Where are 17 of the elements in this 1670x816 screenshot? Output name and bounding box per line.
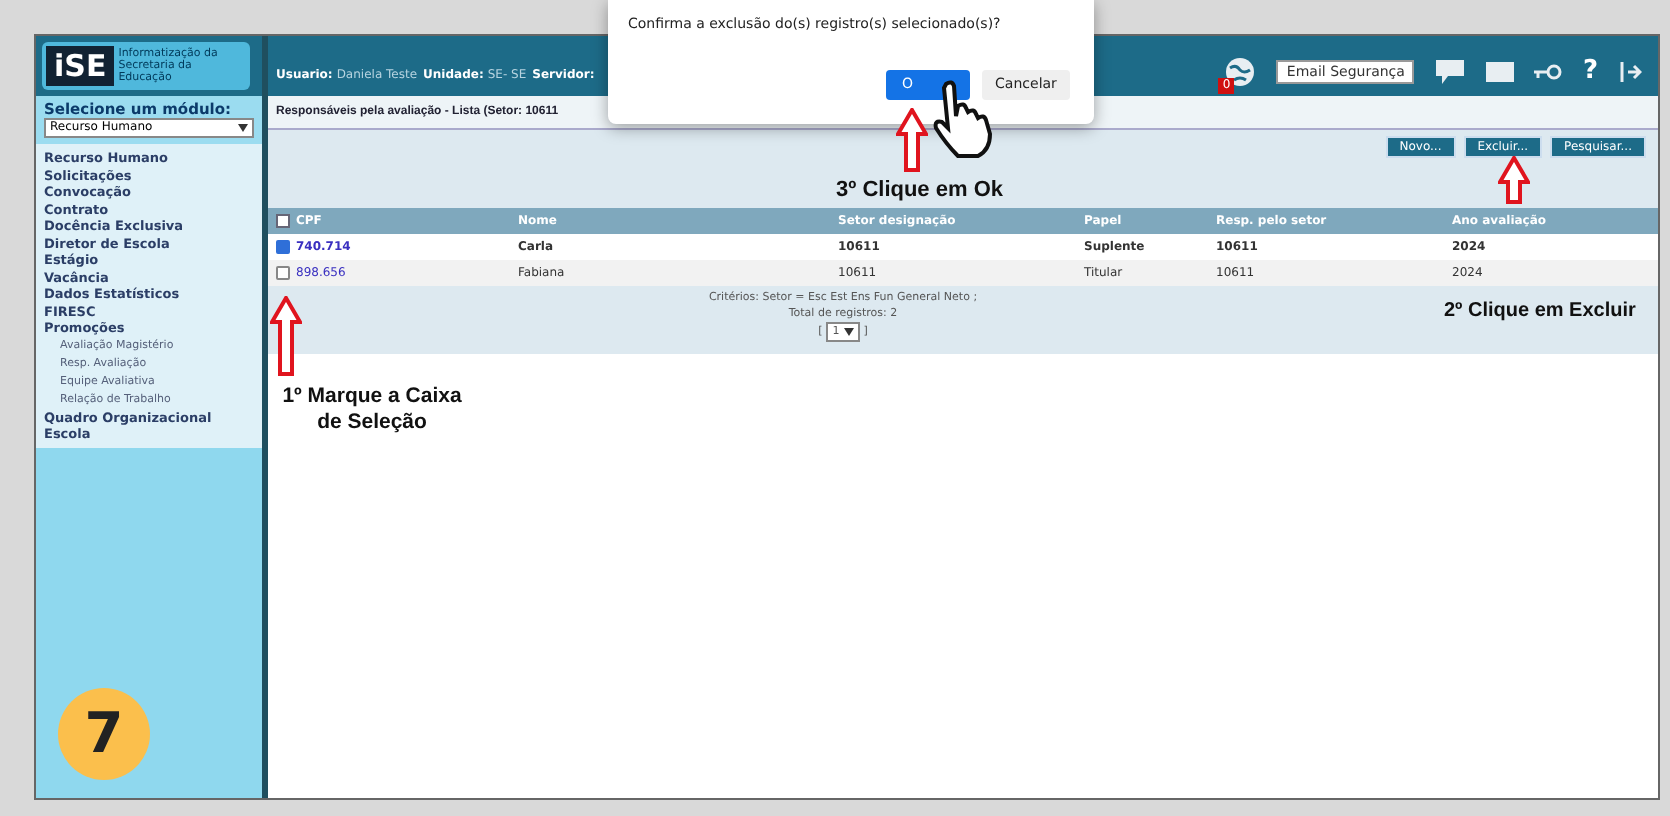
select-all-checkbox[interactable] (276, 214, 290, 228)
caret-icon (843, 328, 854, 336)
row-checkbox[interactable] (276, 266, 290, 280)
mail-icon[interactable] (1486, 62, 1515, 82)
key-icon[interactable] (1534, 64, 1563, 80)
help-link[interactable]: ? (1582, 58, 1598, 86)
caret-icon (238, 124, 248, 132)
annotation-text: 1º Marque a Caixa de Seleção (280, 384, 464, 436)
annotation-text: 3º Clique em Ok (836, 174, 1003, 207)
row-checkbox[interactable] (276, 240, 290, 254)
annotation-text: 2º Clique em Excluir (1444, 298, 1636, 326)
chat-icon[interactable] (1434, 58, 1467, 86)
logo-mark: iSE (46, 46, 115, 86)
globe-icon[interactable] (1224, 56, 1257, 88)
logout-icon[interactable] (1618, 60, 1642, 84)
up-arrow-annotation (270, 296, 302, 376)
up-arrow-annotation (1498, 156, 1530, 204)
